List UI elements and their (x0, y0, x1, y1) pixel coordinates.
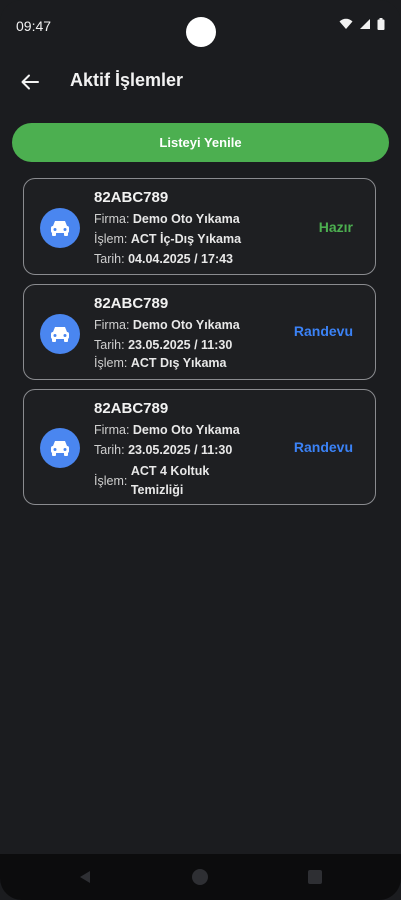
car-icon (51, 327, 69, 342)
line-label: İşlem: (94, 474, 128, 488)
nav-back-icon[interactable] (78, 870, 92, 884)
line-value: 23.05.2025 / 11:30 (128, 338, 233, 352)
transaction-card[interactable]: 82ABC789 Firma: Demo Oto Yıkama İşlem: A… (23, 178, 376, 275)
system-nav-bar (0, 854, 401, 900)
nav-home-button[interactable] (192, 869, 208, 885)
line-label: İşlem: (94, 232, 128, 246)
line-label: Firma: (94, 318, 130, 332)
card-line-tarih: Tarih: 04.04.2025 / 17:43 (94, 252, 233, 266)
car-icon (51, 441, 69, 456)
plate-number: 82ABC789 (94, 400, 169, 417)
line-value: Demo Oto Yıkama (132, 212, 240, 226)
line-label: İşlem: (94, 356, 128, 370)
line-label: Tarih: (94, 252, 125, 266)
card-line-islem: İşlem: ACT Dış Yıkama (94, 356, 226, 370)
line-value: 04.04.2025 / 17:43 (128, 252, 234, 266)
car-avatar (40, 208, 80, 248)
line-value: 23.05.2025 / 11:30 (128, 443, 233, 457)
card-line-tarih: Tarih: 23.05.2025 / 11:30 (94, 443, 232, 457)
signal-icon (360, 19, 370, 29)
plate-number: 82ABC789 (94, 189, 169, 206)
nav-recents-button[interactable] (308, 870, 322, 884)
transaction-card[interactable]: 82ABC789 Firma: Demo Oto Yıkama Tarih: 2… (23, 389, 376, 505)
car-avatar (40, 314, 80, 354)
wifi-icon (339, 18, 353, 29)
status-bar: 09:47 (0, 0, 401, 47)
line-value: ACT 4 Koltuk Temizliği (130, 464, 210, 497)
phone-screen: 09:47 Aktif İşlemler Listeyi Yenile 82AB… (0, 0, 401, 900)
arrow-back-icon (21, 74, 39, 90)
card-line-islem: İşlem: ACT 4 Koltuk Temizliği (94, 462, 221, 500)
plate-number: 82ABC789 (94, 295, 169, 312)
line-label: Firma: (94, 212, 130, 226)
refresh-list-button[interactable]: Listeyi Yenile (12, 123, 389, 162)
line-label: Tarih: (94, 338, 125, 352)
card-line-tarih: Tarih: 23.05.2025 / 11:30 (94, 338, 232, 352)
status-label: Randevu (293, 439, 353, 455)
line-value: Demo Oto Yıkama (132, 318, 240, 332)
car-avatar (40, 428, 80, 468)
front-camera (186, 17, 216, 47)
card-line-firma: Firma: Demo Oto Yıkama (94, 318, 240, 332)
line-value: ACT Dış Yıkama (130, 356, 227, 370)
battery-icon (377, 18, 385, 30)
line-label: Tarih: (94, 443, 125, 457)
card-line-islem: İşlem: ACT İç-Dış Yıkama (94, 232, 241, 246)
app-bar: Aktif İşlemler (0, 56, 401, 108)
system-icons (339, 18, 385, 30)
card-line-firma: Firma: Demo Oto Yıkama (94, 212, 240, 226)
line-label: Firma: (94, 423, 130, 437)
status-label: Randevu (293, 323, 353, 339)
car-icon (51, 221, 69, 236)
status-label: Hazır (318, 219, 353, 235)
card-line-firma: Firma: Demo Oto Yıkama (94, 423, 240, 437)
transaction-card[interactable]: 82ABC789 Firma: Demo Oto Yıkama Tarih: 2… (23, 284, 376, 380)
line-value: Demo Oto Yıkama (132, 423, 240, 437)
page-title: Aktif İşlemler (70, 70, 184, 90)
line-value: ACT İç-Dış Yıkama (130, 232, 242, 246)
status-time: 09:47 (16, 18, 52, 34)
back-button[interactable] (16, 68, 44, 96)
